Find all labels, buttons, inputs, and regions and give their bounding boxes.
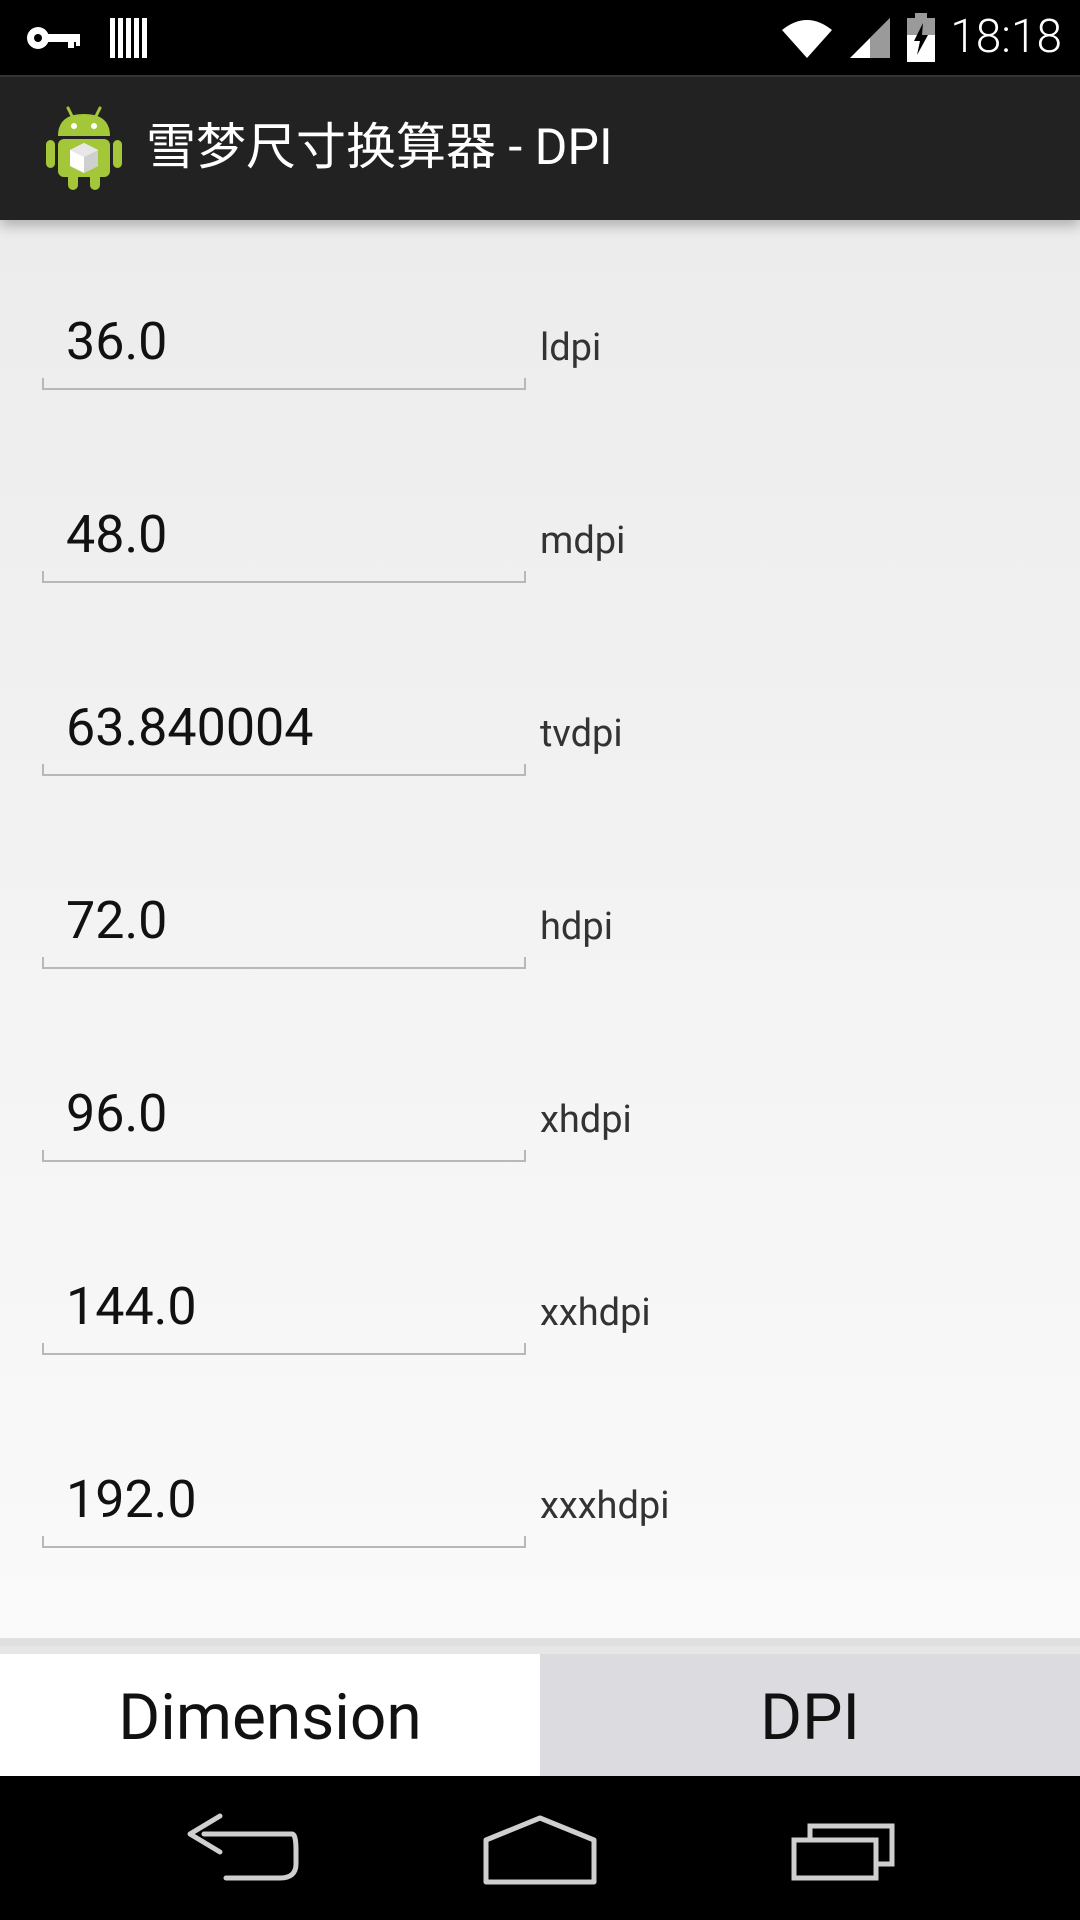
tab-dimension[interactable]: Dimension	[0, 1654, 540, 1781]
ldpi-label: ldpi	[540, 326, 602, 370]
xxhdpi-label: xxhdpi	[540, 1291, 651, 1335]
back-icon[interactable]	[170, 1806, 310, 1896]
input-underline	[42, 957, 526, 969]
row-xxxhdpi: 192.0 xxxhdpi	[0, 1460, 1080, 1580]
battery-charging-icon	[907, 12, 936, 62]
row-hdpi: 72.0 hdpi	[0, 881, 1080, 1001]
status-bar: 18:18	[0, 0, 1080, 75]
home-icon[interactable]	[470, 1806, 610, 1896]
input-underline	[42, 1343, 526, 1355]
signal-icon	[850, 17, 891, 58]
android-app-icon	[46, 106, 122, 190]
row-xhdpi: 96.0 xhdpi	[0, 1074, 1080, 1194]
input-underline	[42, 1536, 526, 1548]
row-xxhdpi: 144.0 xxhdpi	[0, 1267, 1080, 1387]
mdpi-input[interactable]: 48.0	[42, 495, 526, 583]
wifi-icon	[782, 19, 833, 58]
hdpi-value[interactable]: 72.0	[66, 881, 167, 961]
tvdpi-label: tvdpi	[540, 712, 623, 756]
mdpi-label: mdpi	[540, 519, 626, 563]
action-bar: 雪梦尺寸换算器 - DPI	[0, 75, 1080, 220]
xhdpi-label: xhdpi	[540, 1098, 632, 1142]
row-tvdpi: 63.840004 tvdpi	[0, 688, 1080, 808]
hdpi-label: hdpi	[540, 905, 613, 949]
status-time: 18:18	[950, 10, 1062, 64]
row-mdpi: 48.0 mdpi	[0, 495, 1080, 615]
ldpi-input[interactable]: 36.0	[42, 302, 526, 390]
xhdpi-value[interactable]: 96.0	[66, 1074, 167, 1154]
xxhdpi-input[interactable]: 144.0	[42, 1267, 526, 1355]
vpn-key-icon	[27, 26, 80, 49]
xxxhdpi-value[interactable]: 192.0	[66, 1460, 197, 1540]
row-ldpi: 36.0 ldpi	[0, 302, 1080, 422]
xxxhdpi-label: xxxhdpi	[540, 1484, 670, 1528]
hdpi-input[interactable]: 72.0	[42, 881, 526, 969]
input-underline	[42, 764, 526, 776]
xxhdpi-value[interactable]: 144.0	[66, 1267, 197, 1347]
app-title: 雪梦尺寸换算器 - DPI	[146, 119, 613, 177]
barcode-icon	[110, 17, 147, 58]
xhdpi-input[interactable]: 96.0	[42, 1074, 526, 1162]
tvdpi-value[interactable]: 63.840004	[66, 688, 314, 768]
ldpi-value[interactable]: 36.0	[66, 302, 167, 382]
tab-dpi[interactable]: DPI	[540, 1654, 1080, 1781]
tvdpi-input[interactable]: 63.840004	[42, 688, 526, 776]
xxxhdpi-input[interactable]: 192.0	[42, 1460, 526, 1548]
input-underline	[42, 1150, 526, 1162]
recent-apps-icon[interactable]	[774, 1806, 914, 1896]
dpi-list: 36.0 ldpi 48.0 mdpi 63.840004 tvdpi 72.0…	[0, 220, 1080, 1645]
input-underline	[42, 571, 526, 583]
input-underline	[42, 378, 526, 390]
bottom-tabs: Dimension DPI	[0, 1638, 1080, 1781]
mdpi-value[interactable]: 48.0	[66, 495, 167, 575]
navigation-bar	[0, 1776, 1080, 1920]
